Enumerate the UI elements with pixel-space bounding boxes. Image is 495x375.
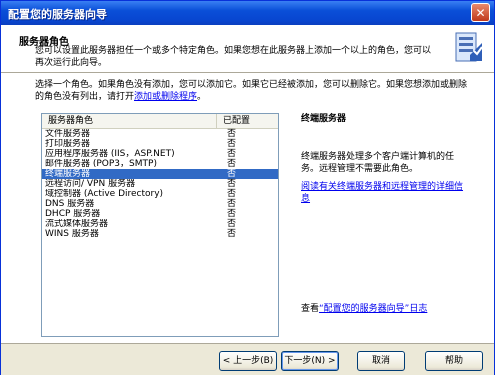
close-button[interactable]: ✕: [471, 3, 490, 22]
role-detail-description: 终端服务器处理多个客户端计算机的任务。远程管理不需要此角色。: [301, 152, 455, 174]
list-item[interactable]: 文件服务器 否: [42, 129, 278, 139]
server-role-list[interactable]: 服务器角色 已配置 文件服务器否 打印服务器否 应用程序服务器 (IIS，ASP…: [41, 113, 279, 337]
role-name: DNS 服务器: [45, 199, 95, 209]
wizard-log-line: 查看“配置您的服务器向导”日志: [301, 303, 491, 315]
role-name: 打印服务器: [45, 139, 91, 149]
intro-body: 选择一个角色。如果角色没有添加，您可以添加它。如果它已经被添加，您可以删除它。如…: [35, 80, 468, 102]
list-item[interactable]: 域控制器 (Active Directory) 否: [42, 189, 278, 199]
list-item[interactable]: DHCP 服务器 否: [42, 209, 278, 219]
button-bar: < 上一步(B) 下一步(N) > 取消 帮助: [1, 343, 494, 375]
intro-text: 选择一个角色。如果角色没有添加，您可以添加它。如果它已经被添加，您可以删除它。如…: [35, 79, 475, 103]
list-item-selected[interactable]: 终端服务器 否: [42, 169, 278, 179]
role-name: 远程访问/ VPN 服务器: [45, 179, 136, 189]
list-item[interactable]: 流式媒体服务器 否: [42, 219, 278, 229]
role-detail-title: 终端服务器: [301, 114, 347, 124]
role-status: 否: [227, 149, 237, 159]
list-item[interactable]: 邮件服务器 (POP3，SMTP) 否: [42, 159, 278, 169]
role-status: 否: [227, 129, 237, 139]
role-status: 否: [227, 209, 237, 219]
list-header: 服务器角色 已配置: [42, 114, 278, 129]
list-item[interactable]: 远程访问/ VPN 服务器 否: [42, 179, 278, 189]
intro-end: 。: [197, 92, 207, 102]
wizard-content: 选择一个角色。如果角色没有添加，您可以添加它。如果它已经被添加，您可以删除它。如…: [1, 73, 494, 343]
add-remove-programs-link[interactable]: 添加或删除程序: [134, 92, 197, 102]
role-status: 否: [227, 199, 237, 209]
role-name: 应用程序服务器 (IIS，ASP.NET): [45, 149, 175, 159]
role-status: 否: [227, 229, 237, 239]
role-name: 流式媒体服务器: [45, 219, 109, 229]
column-header-configured[interactable]: 已配置: [217, 114, 250, 128]
cancel-button[interactable]: 取消: [357, 351, 405, 371]
role-name: 文件服务器: [45, 129, 91, 139]
role-status: 否: [227, 169, 237, 179]
help-button[interactable]: 帮助: [425, 351, 483, 371]
next-button[interactable]: 下一步(N) >: [281, 351, 339, 371]
more-info-link[interactable]: 阅读有关终端服务器和远程管理的详细信息: [301, 181, 471, 205]
list-item[interactable]: WINS 服务器 否: [42, 229, 278, 239]
close-icon: ✕: [475, 6, 486, 20]
role-status: 否: [227, 179, 237, 189]
role-name: WINS 服务器: [45, 229, 99, 239]
role-name: 域控制器 (Active Directory): [45, 189, 164, 199]
window-title: 配置您的服务器向导: [8, 8, 107, 21]
page-description: 您可以设置此服务器担任一个或多个特定角色。如果您想在此服务器上添加一个以上的角色…: [35, 46, 432, 68]
wizard-window: 配置您的服务器向导 ✕ 服务器角色 您可以设置此服务器担任一个或多个特定角色。如…: [0, 0, 495, 375]
list-item[interactable]: 打印服务器 否: [42, 139, 278, 149]
back-button[interactable]: < 上一步(B): [219, 351, 277, 371]
wizard-log-link[interactable]: “配置您的服务器向导”日志: [319, 304, 427, 314]
column-header-role[interactable]: 服务器角色: [42, 114, 217, 128]
role-name: DHCP 服务器: [45, 209, 101, 219]
role-name: 邮件服务器 (POP3，SMTP): [45, 159, 157, 169]
role-status: 否: [227, 219, 237, 229]
role-name: 终端服务器: [45, 169, 91, 179]
title-bar: 配置您的服务器向导 ✕: [1, 1, 494, 25]
role-status: 否: [227, 189, 237, 199]
list-item[interactable]: DNS 服务器 否: [42, 199, 278, 209]
role-status: 否: [227, 139, 237, 149]
wizard-header: 服务器角色 您可以设置此服务器担任一个或多个特定角色。如果您想在此服务器上添加一…: [1, 25, 494, 73]
server-wizard-icon: [455, 32, 483, 62]
list-item[interactable]: 应用程序服务器 (IIS，ASP.NET) 否: [42, 149, 278, 159]
role-status: 否: [227, 159, 237, 169]
log-prefix: 查看: [301, 304, 320, 314]
